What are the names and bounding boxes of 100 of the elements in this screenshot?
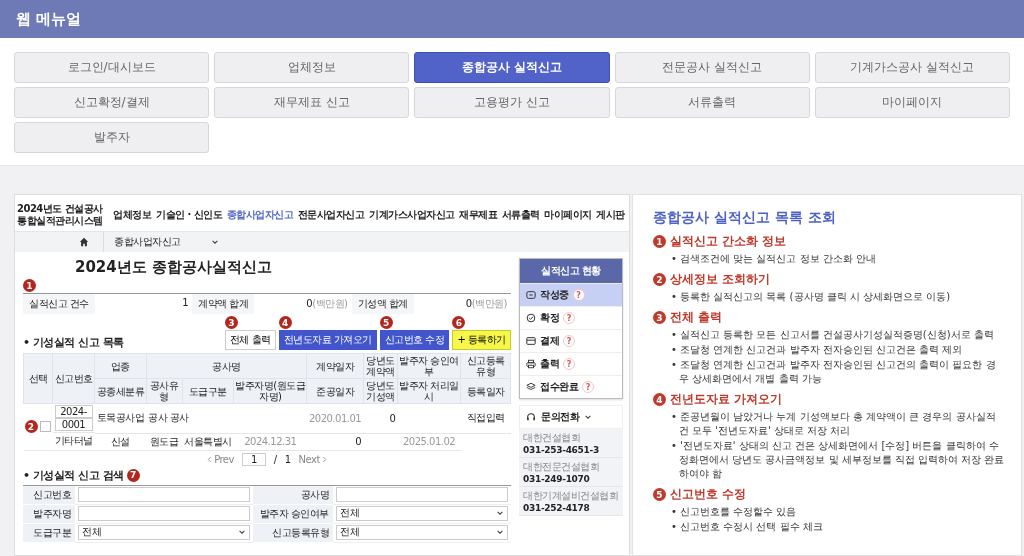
- section-title: • 기성실적 신고 목록: [23, 335, 124, 350]
- nav-link[interactable]: 게시판: [596, 208, 625, 222]
- nav-link[interactable]: 업체정보: [113, 208, 152, 222]
- summary-label: 기성액 합계: [356, 297, 409, 311]
- menu-button[interactable]: 신고확정/결제: [14, 87, 210, 118]
- table-cell: 원도급: [146, 433, 183, 450]
- section-heading: 실적신고 간소화 정보: [670, 233, 787, 250]
- contact-phone: 031-252-4178: [523, 503, 591, 513]
- status-item[interactable]: 결제 ?: [520, 329, 622, 352]
- menu-button[interactable]: 기계가스공사 실적신고: [814, 52, 1010, 83]
- status-item[interactable]: 접수완료 ?: [520, 375, 622, 398]
- table-header: 선택: [23, 353, 53, 404]
- table-cell: 신설: [94, 433, 146, 450]
- chevron-left-icon: [207, 455, 213, 463]
- section-title: • 기성실적 신고 검색: [23, 467, 124, 483]
- select-field[interactable]: 전체: [336, 524, 508, 540]
- report-number-field[interactable]: 2024-: [54, 405, 93, 418]
- help-badge[interactable]: ?: [563, 358, 575, 370]
- number-marker: 3: [224, 316, 238, 329]
- nav-link[interactable]: 기계가스사업자신고: [369, 208, 455, 222]
- page-total: 1: [284, 453, 291, 465]
- contact-toggle[interactable]: 문의전화: [519, 405, 623, 429]
- table-cell: 토목공사업: [94, 403, 146, 433]
- next-link[interactable]: Next: [298, 453, 327, 465]
- nav-link[interactable]: 기술인 · 신인도: [156, 208, 223, 222]
- table-header: 계약일자: [306, 353, 364, 379]
- help-badge[interactable]: ?: [572, 289, 585, 301]
- number-marker: 6: [452, 316, 466, 329]
- number-marker: 7: [126, 468, 140, 482]
- chevron-right-icon: [321, 455, 327, 463]
- bullet-text: • 실적신고 등록한 모든 신고서를 건설공사기성실적증명(신청)서로 출력: [671, 328, 995, 342]
- table-cell: 직접입력: [460, 403, 511, 433]
- chevron-down-icon: [584, 413, 592, 421]
- status-item[interactable]: 확정 ?: [520, 306, 622, 329]
- message-icon: [526, 290, 536, 300]
- section-heading: 전체 출력: [670, 309, 723, 326]
- input-field[interactable]: [78, 486, 250, 502]
- project-name-link[interactable]: 공사 공사: [146, 403, 307, 433]
- table-cell: 기타터널: [52, 433, 95, 450]
- help-badge[interactable]: ?: [582, 381, 594, 393]
- help-badge[interactable]: ?: [563, 312, 575, 324]
- table-header: 공사명: [146, 353, 307, 379]
- action-button[interactable]: 신고번호 수정: [379, 330, 450, 350]
- number-marker: 2: [653, 273, 666, 286]
- input-field[interactable]: [78, 505, 250, 521]
- menu-button[interactable]: 종합공사 실적신고: [414, 52, 610, 83]
- table-cell: 서울특별시: [182, 433, 234, 450]
- action-button[interactable]: + 등록하기: [452, 330, 511, 350]
- contact-name: 대한건설협회: [523, 431, 581, 445]
- section-heading: 전년도자료 가져오기: [670, 391, 783, 408]
- prev-link[interactable]: Prev: [207, 453, 234, 465]
- select-field[interactable]: 전체: [78, 524, 250, 540]
- menu-button[interactable]: 마이페이지: [814, 87, 1010, 118]
- number-marker: 1: [23, 279, 36, 292]
- menu-button[interactable]: 고용평가 신고: [414, 87, 610, 118]
- action-button[interactable]: 전체 출력: [224, 330, 276, 350]
- menu-button[interactable]: 재무제표 신고: [214, 87, 410, 118]
- nav-link[interactable]: 서류출력: [501, 208, 540, 222]
- nav-link[interactable]: 재무제표: [459, 208, 498, 222]
- input-field[interactable]: [336, 486, 508, 502]
- select-field[interactable]: 전체: [336, 505, 508, 521]
- nav-link[interactable]: 종합사업자신고: [226, 208, 294, 222]
- check-circle-icon: [526, 313, 536, 323]
- printer-icon: [526, 359, 536, 369]
- menu-button[interactable]: 발주자: [14, 122, 210, 153]
- action-button[interactable]: 전년도자료 가져오기: [278, 330, 377, 350]
- breadcrumb-dropdown[interactable]: 종합사업자신고: [103, 232, 219, 252]
- help-badge[interactable]: ?: [563, 335, 575, 347]
- table-header: 신고등록유형: [460, 353, 511, 379]
- guide-title: 종합공사 실적신고 목록 조회: [653, 209, 837, 227]
- menu-button[interactable]: 업체정보: [214, 52, 410, 83]
- nav-link[interactable]: 마이페이지: [544, 208, 592, 222]
- bullet-text: • 신고번호 수정시 선택 필수 체크: [671, 520, 824, 534]
- bullet-text: • 등록한 실적신고의 목록 (공사명 클릭 시 상세화면으로 이동): [671, 290, 952, 304]
- home-icon[interactable]: [79, 237, 89, 247]
- bullet-text: • 준공년월이 남았거나 누계 기성액보다 총 계약액이 큰 경우의 공사실적 건 모두 '전년도자료' 상태로 저장 처리: [671, 410, 997, 438]
- page-number[interactable]: 1: [241, 452, 266, 466]
- page-heading: 2024년도 종합공사실적신고: [75, 258, 273, 277]
- field-label: 신고번호: [23, 485, 75, 505]
- bullet-text: • 조달청 연계한 신고건과 발주자 전자승인된 신고건의 출력이 필요한 경우 상세화면에서 개별 출력 가능: [671, 358, 997, 386]
- status-item[interactable]: 출력 ?: [520, 352, 622, 375]
- bullet-text: • 조달청 연계한 신고건과 발주자 전자승인된 신고건은 출력 제외: [671, 343, 964, 357]
- chevron-down-icon: [210, 238, 219, 246]
- summary-label: 실적신고 건수: [28, 297, 90, 311]
- site-logo[interactable]: 2024년도 건설공사 통합실적관리시스템: [17, 203, 103, 227]
- status-item[interactable]: 작성중 ?: [520, 283, 622, 306]
- summary-value: 0(백만원): [413, 294, 511, 314]
- contact-phone: 031-249-1070: [523, 474, 591, 484]
- panel-header: 실적신고 현황: [520, 259, 622, 283]
- chevron-down-icon: [496, 528, 504, 536]
- summary-value: 0(백만원): [254, 294, 352, 314]
- row-checkbox[interactable]: [39, 421, 51, 433]
- report-number-field[interactable]: 0001: [54, 418, 93, 431]
- menu-button[interactable]: 서류출력: [614, 87, 810, 118]
- chevron-down-icon: [238, 528, 246, 536]
- menu-button[interactable]: 로그인/대시보드: [14, 52, 210, 83]
- menu-button[interactable]: 전문공사 실적신고: [614, 52, 810, 83]
- nav-link[interactable]: 전문사업자신고: [297, 208, 365, 222]
- page-separator: /: [273, 453, 277, 465]
- table-header: 발주자 승인여부: [397, 353, 461, 379]
